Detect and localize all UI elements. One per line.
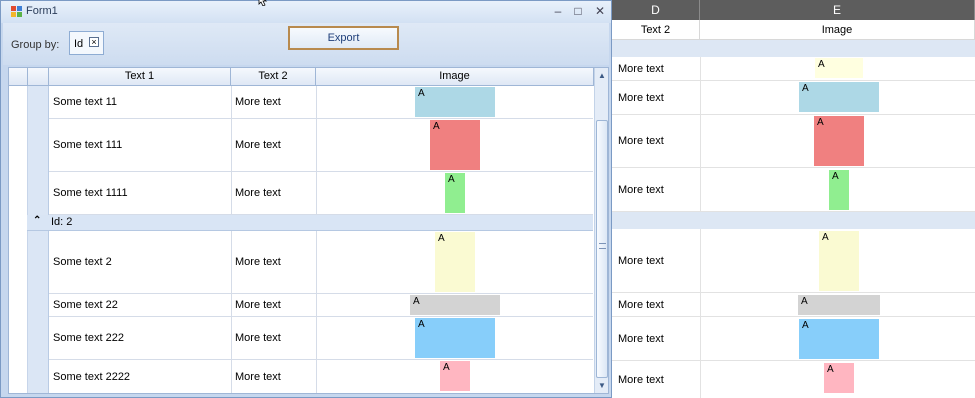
mouse-cursor-icon — [258, 0, 268, 6]
cell-text2: More text — [235, 256, 281, 268]
group-row-id-2[interactable]: ⌃ Id: 2 — [27, 215, 593, 231]
remove-group-icon[interactable]: × — [89, 37, 99, 47]
table-row[interactable]: Some text 111 More text A — [49, 119, 593, 172]
cell-text2: More text — [235, 96, 281, 108]
group-label: Id: 2 — [51, 216, 73, 228]
excel-row[interactable]: More text A — [612, 57, 975, 81]
cell-text: More text — [618, 332, 664, 345]
table-row[interactable]: Some text 22 More text A — [49, 294, 593, 317]
excel-row[interactable]: More text A — [612, 115, 975, 168]
cell-text2-header[interactable]: Text 2 — [612, 20, 700, 40]
table-row[interactable]: Some text 11 More text A — [49, 86, 593, 119]
group-band — [612, 212, 975, 229]
cell-text1: Some text 2222 — [53, 371, 131, 383]
cell-text: More text — [618, 298, 664, 311]
scroll-down-icon[interactable]: ▼ — [595, 379, 608, 393]
cell-text2: More text — [235, 299, 281, 311]
cell-text: More text — [618, 254, 664, 267]
image-cell: A — [829, 170, 849, 210]
excel-row[interactable]: More text A — [612, 293, 975, 317]
cell-text: More text — [618, 135, 664, 147]
group-band — [612, 40, 975, 57]
cell-text1: Some text 1111 — [53, 187, 128, 199]
excel-row[interactable]: More text A — [612, 168, 975, 212]
group-by-label: Group by: — [11, 39, 60, 51]
cell-text1: Some text 11 — [53, 96, 117, 108]
cell-text: More text — [618, 91, 664, 104]
group-chip-label: Id — [74, 38, 84, 50]
table-row[interactable]: Some text 2222 More text A — [49, 360, 593, 393]
image-cell: A — [824, 363, 854, 393]
cell-text2: More text — [235, 187, 281, 199]
image-cell: A — [435, 232, 475, 292]
vertical-scrollbar[interactable]: ▲ ▼ — [594, 68, 608, 393]
window-title: Form1 — [26, 5, 58, 17]
image-cell: A — [799, 319, 879, 359]
row-header-corner — [9, 68, 28, 86]
row-indent — [9, 86, 49, 393]
excel-row[interactable]: More text A — [612, 229, 975, 293]
image-cell: A — [445, 173, 465, 213]
image-cell: A — [798, 295, 880, 315]
cell-text1: Some text 2 — [53, 256, 112, 268]
scroll-up-icon[interactable]: ▲ — [595, 69, 608, 83]
image-cell: A — [410, 295, 500, 315]
image-cell: A — [819, 231, 859, 291]
excel-row[interactable]: More text A — [612, 81, 975, 115]
column-header-e[interactable]: E — [700, 0, 975, 20]
cell-image-header[interactable]: Image — [700, 20, 975, 40]
image-cell: A — [799, 82, 879, 112]
cell-text1: Some text 222 — [53, 332, 124, 344]
image-cell: A — [815, 58, 863, 78]
title-bar[interactable]: Form1 – □ ✕ — [1, 1, 611, 23]
export-button[interactable]: Export — [288, 26, 399, 50]
cell-text2: More text — [235, 371, 281, 383]
table-row[interactable]: Some text 222 More text A — [49, 317, 593, 360]
cell-text1: Some text 111 — [53, 139, 123, 151]
form-window: Form1 – □ ✕ Group by: Id × Export Text 1… — [0, 0, 612, 398]
table-row[interactable]: Some text 2 More text A — [49, 231, 593, 294]
cell-text: More text — [618, 62, 664, 75]
column-header-text2[interactable]: Text 2 — [231, 68, 316, 86]
column-header-d[interactable]: D — [612, 0, 700, 20]
column-header-text1[interactable]: Text 1 — [49, 68, 231, 86]
excel-row[interactable]: More text A — [612, 317, 975, 361]
grip-icon — [599, 243, 606, 249]
collapse-icon[interactable]: ⌃ — [33, 215, 41, 226]
cell-text: More text — [618, 373, 664, 386]
data-grid: Text 1 Text 2 Image Some text 11 More te… — [8, 67, 609, 394]
image-cell: A — [430, 120, 480, 170]
excel-row[interactable]: More text A — [612, 361, 975, 398]
table-row[interactable]: Some text 1111 More text A — [49, 172, 593, 215]
group-chip-id[interactable]: Id × — [69, 31, 104, 55]
cell-text1: Some text 22 — [53, 299, 118, 311]
close-icon[interactable]: ✕ — [593, 4, 607, 18]
image-cell: A — [415, 87, 495, 117]
group-panel: Group by: Id × Export — [3, 23, 609, 65]
image-cell: A — [814, 116, 864, 166]
cell-text2: More text — [235, 139, 281, 151]
app-icon — [11, 6, 22, 17]
cell-text2: More text — [235, 332, 281, 344]
scroll-thumb[interactable] — [596, 120, 608, 378]
column-header-image[interactable]: Image — [316, 68, 594, 86]
maximize-icon[interactable]: □ — [571, 4, 585, 18]
cell-text: More text — [618, 183, 664, 196]
image-cell: A — [440, 361, 470, 391]
indent-header — [28, 68, 49, 86]
image-cell: A — [415, 318, 495, 358]
minimize-icon[interactable]: – — [551, 4, 565, 18]
